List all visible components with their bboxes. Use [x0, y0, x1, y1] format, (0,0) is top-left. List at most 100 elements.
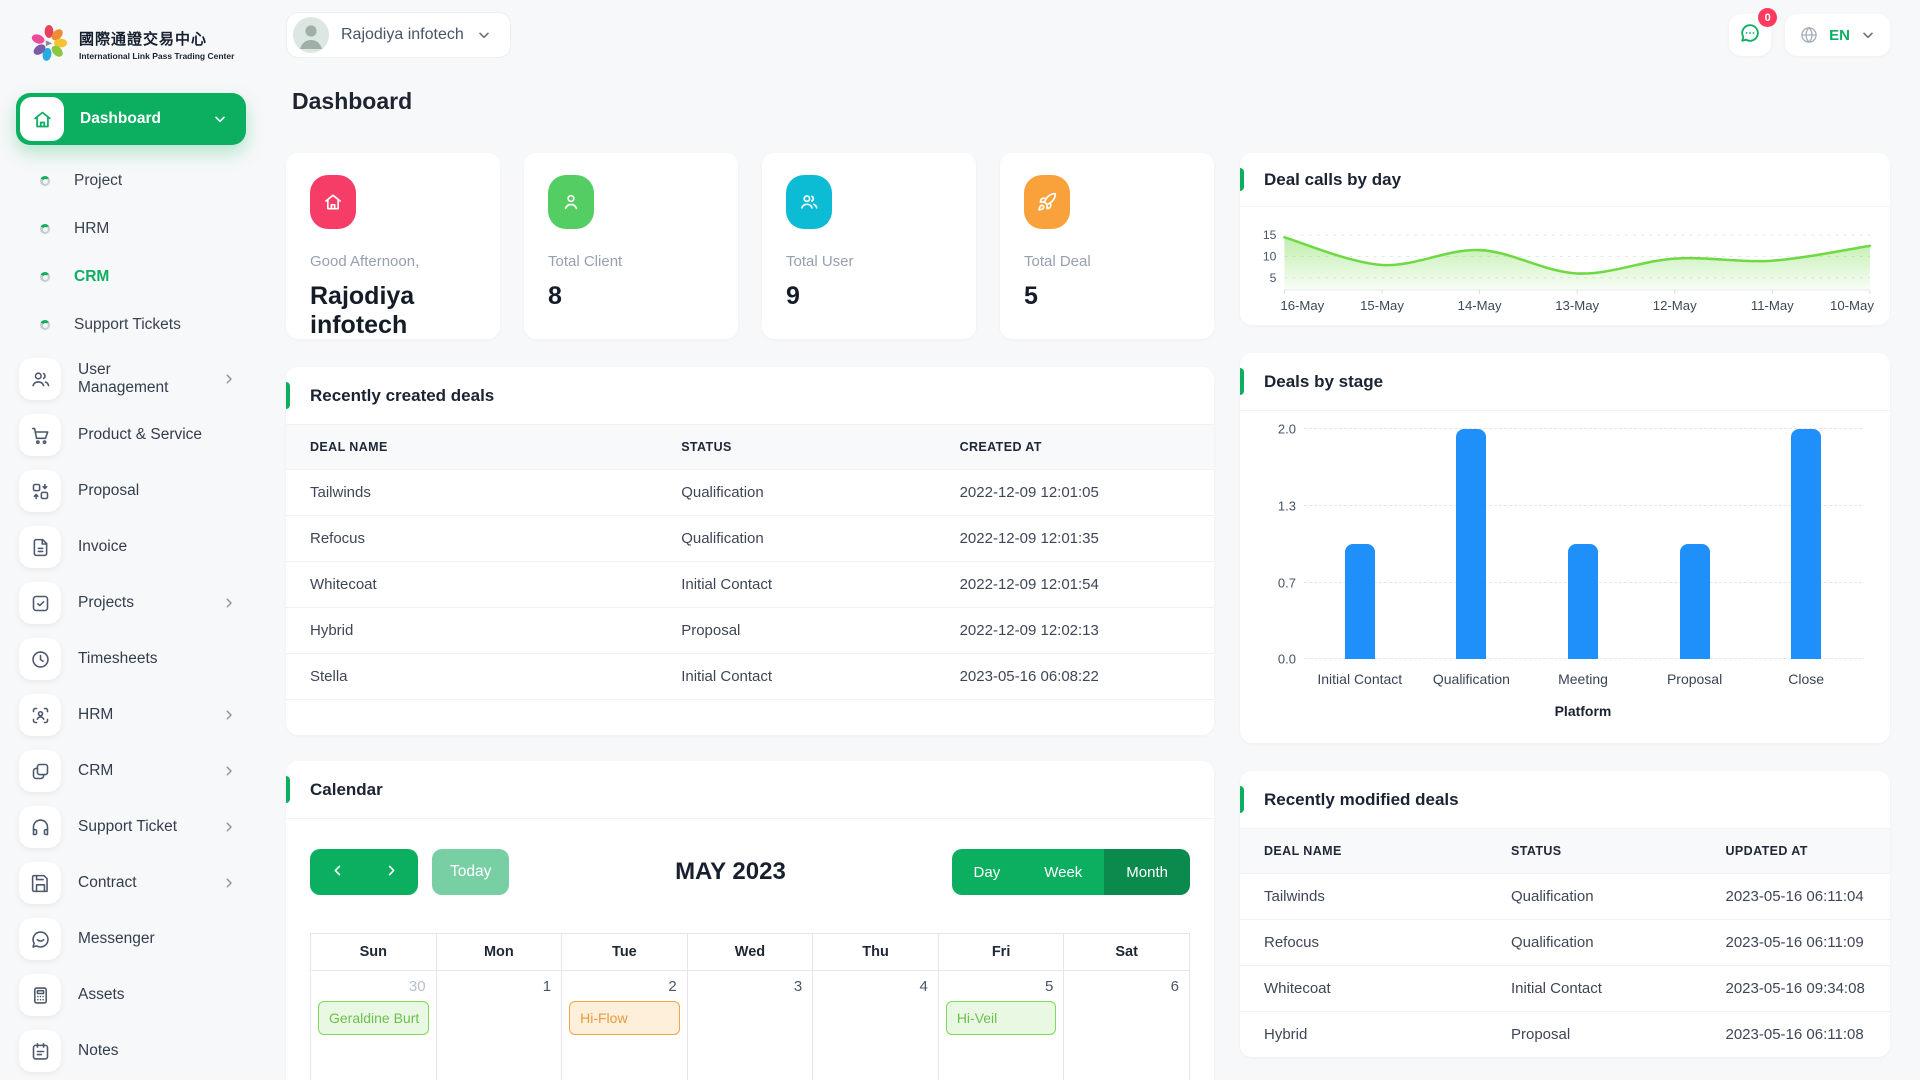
stat-value: Rajodiya infotech — [310, 282, 415, 339]
sidebar-item-notes[interactable]: Notes — [16, 1023, 246, 1079]
sidebar-item-crm[interactable]: CRM — [16, 743, 246, 799]
calendar-day-cell[interactable]: 1 — [435, 970, 563, 1080]
bar-proposal — [1679, 544, 1710, 660]
stat-card-good-afternoon: Good Afternoon, Rajodiya infotech — [286, 153, 500, 339]
user-scan-icon — [19, 694, 61, 736]
calendar-day-header: Tue — [561, 933, 688, 971]
table-cell: Proposal — [657, 607, 936, 654]
calendar-icon — [19, 1030, 61, 1072]
chevron-down-icon — [1860, 27, 1876, 43]
sidebar-item-contract[interactable]: Contract — [16, 855, 246, 911]
table-row: Whitecoat Initial Contact 2023-05-16 09:34… — [1240, 965, 1890, 1012]
sidebar-item-user-management[interactable]: User Management — [16, 351, 246, 407]
bar-plot: 0.0 0.7 1.3 2.0 — [1278, 422, 1862, 667]
chevron-right-icon — [222, 596, 236, 610]
users-icon — [19, 358, 61, 400]
sidebar-item-hrm[interactable]: HRM — [16, 687, 246, 743]
sidebar-subitem-project[interactable]: Project — [16, 157, 246, 205]
table-row: Refocus Qualification 2022-12-09 12:01:35 — [286, 515, 1214, 562]
calendar-day-cell[interactable]: 6 — [1063, 970, 1190, 1080]
column-header: DEAL NAME — [1240, 829, 1487, 874]
sidebar-subitem-support-tickets[interactable]: Support Tickets — [16, 301, 246, 349]
svg-text:12-May: 12-May — [1653, 298, 1697, 313]
calendar-day-cell[interactable]: 2 Hi-Flow — [561, 970, 688, 1080]
svg-text:10-May: 10-May — [1830, 298, 1874, 313]
deal-calls-by-day-card: Deal calls by day 15 10 5 16-May 15-May 14-M… — [1240, 153, 1890, 326]
category-label: Qualification — [1432, 671, 1510, 688]
calendar-day-cell[interactable]: 5 Hi-Veil — [937, 970, 1065, 1080]
brand-logo[interactable]: 國際通證交易中心 International Link Pass Trading… — [28, 22, 246, 69]
chat-icon — [19, 918, 61, 960]
file-icon — [19, 526, 61, 568]
column-header: DEAL NAME — [286, 425, 658, 470]
calendar-event[interactable]: Geraldine Burt — [318, 1001, 429, 1035]
calendar-today-button[interactable]: Today — [432, 849, 510, 895]
table-row: Hybrid Proposal 2023-05-16 06:11:08 — [1240, 1011, 1890, 1058]
svg-text:15-May: 15-May — [1360, 298, 1404, 313]
calendar-event[interactable]: Hi-Veil — [945, 1001, 1057, 1035]
ring-bullet-icon — [40, 320, 50, 330]
table-cell: 2022-12-09 12:02:13 — [935, 607, 1214, 654]
chevron-down-icon — [476, 27, 492, 43]
card-title: Recently created deals — [286, 367, 1214, 425]
bar-column — [1527, 429, 1639, 660]
sidebar-item-assets[interactable]: Assets — [16, 967, 246, 1023]
bar-meeting — [1567, 544, 1598, 660]
table-cell: 2022-12-09 12:01:54 — [935, 561, 1214, 608]
sidebar-item-support-ticket[interactable]: Support Ticket — [16, 799, 246, 855]
bar-initial-contact — [1344, 544, 1375, 660]
calendar-view-toggle: Day Week Month — [951, 849, 1190, 895]
table-cell: Stella — [286, 653, 658, 699]
table-cell: Hybrid — [286, 607, 658, 654]
table-cell: Refocus — [1240, 919, 1487, 966]
svg-text:5: 5 — [1270, 271, 1277, 285]
svg-text:16-May: 16-May — [1280, 298, 1324, 313]
bars — [1304, 429, 1862, 660]
sidebar-item-invoice[interactable]: Invoice — [16, 519, 246, 575]
table-cell: 2022-12-09 12:01:35 — [935, 515, 1214, 562]
calendar-view-week[interactable]: Week — [1022, 849, 1105, 895]
sidebar-item-dashboard[interactable]: Dashboard — [16, 93, 246, 145]
notification-badge: 0 — [1758, 8, 1778, 27]
table-row: Refocus Qualification 2023-05-16 06:11:09 — [1240, 919, 1890, 966]
table-body: Tailwinds Qualification 2023-05-16 06:11:0… — [1240, 873, 1890, 1058]
svg-text:14-May: 14-May — [1458, 298, 1502, 313]
sidebar-item-proposal[interactable]: Proposal — [16, 463, 246, 519]
table-row: Tailwinds Qualification 2023-05-16 06:11:0… — [1240, 873, 1890, 920]
table-body: Tailwinds Qualification 2022-12-09 12:01:0… — [286, 469, 1214, 699]
calendar-day-cell[interactable]: 30 Geraldine Burt — [310, 970, 437, 1080]
sidebar-subitem-crm[interactable]: CRM — [16, 253, 246, 301]
topbar: Rajodiya infotech 0 EN — [286, 8, 1890, 58]
stat-card-total-user: Total User 9 — [762, 153, 976, 339]
y-axis-tick: 0.0 — [1277, 651, 1296, 667]
calendar-view-month[interactable]: Month — [1104, 849, 1190, 895]
home-icon — [310, 175, 356, 229]
column-header: STATUS — [657, 425, 936, 470]
calendar-day-header: Sat — [1063, 933, 1190, 971]
calendar-next-button[interactable] — [364, 849, 418, 895]
workspace-selector[interactable]: Rajodiya infotech — [286, 12, 511, 58]
brand-title-en: International Link Pass Trading Center — [79, 50, 235, 61]
calendar-prev-button[interactable] — [310, 849, 364, 895]
calendar-day-cell[interactable]: 4 — [812, 970, 939, 1080]
stat-value: 9 — [786, 282, 800, 310]
table-footer-spacer — [286, 699, 1214, 735]
calendar-view-day[interactable]: Day — [951, 849, 1023, 895]
calendar-event[interactable]: Hi-Flow — [569, 1001, 680, 1035]
bar-qualification — [1456, 429, 1487, 660]
calendar-card: Calendar Today MAY 2023 Day Week Month Sun… — [286, 761, 1214, 1080]
calendar-day-cell[interactable]: 3 — [686, 970, 814, 1080]
top-actions: 0 EN — [1729, 8, 1890, 56]
card-title: Calendar — [286, 761, 1214, 819]
stat-card-total-deal: Total Deal 5 — [1000, 153, 1214, 339]
sidebar-item-product-service[interactable]: Product & Service — [16, 407, 246, 463]
ring-bullet-icon — [40, 176, 50, 186]
sidebar-item-projects[interactable]: Projects — [16, 575, 246, 631]
sidebar-item-messenger[interactable]: Messenger — [16, 911, 246, 967]
sidebar-subitem-hrm[interactable]: HRM — [16, 205, 246, 253]
language-selector[interactable]: EN — [1785, 14, 1890, 56]
sidebar-item-timesheets[interactable]: Timesheets — [16, 631, 246, 687]
user-icon — [548, 175, 594, 229]
messages-button[interactable]: 0 — [1729, 8, 1778, 56]
recently-modified-deals-card: Recently modified deals DEAL NAME STATUS U… — [1240, 771, 1890, 1058]
